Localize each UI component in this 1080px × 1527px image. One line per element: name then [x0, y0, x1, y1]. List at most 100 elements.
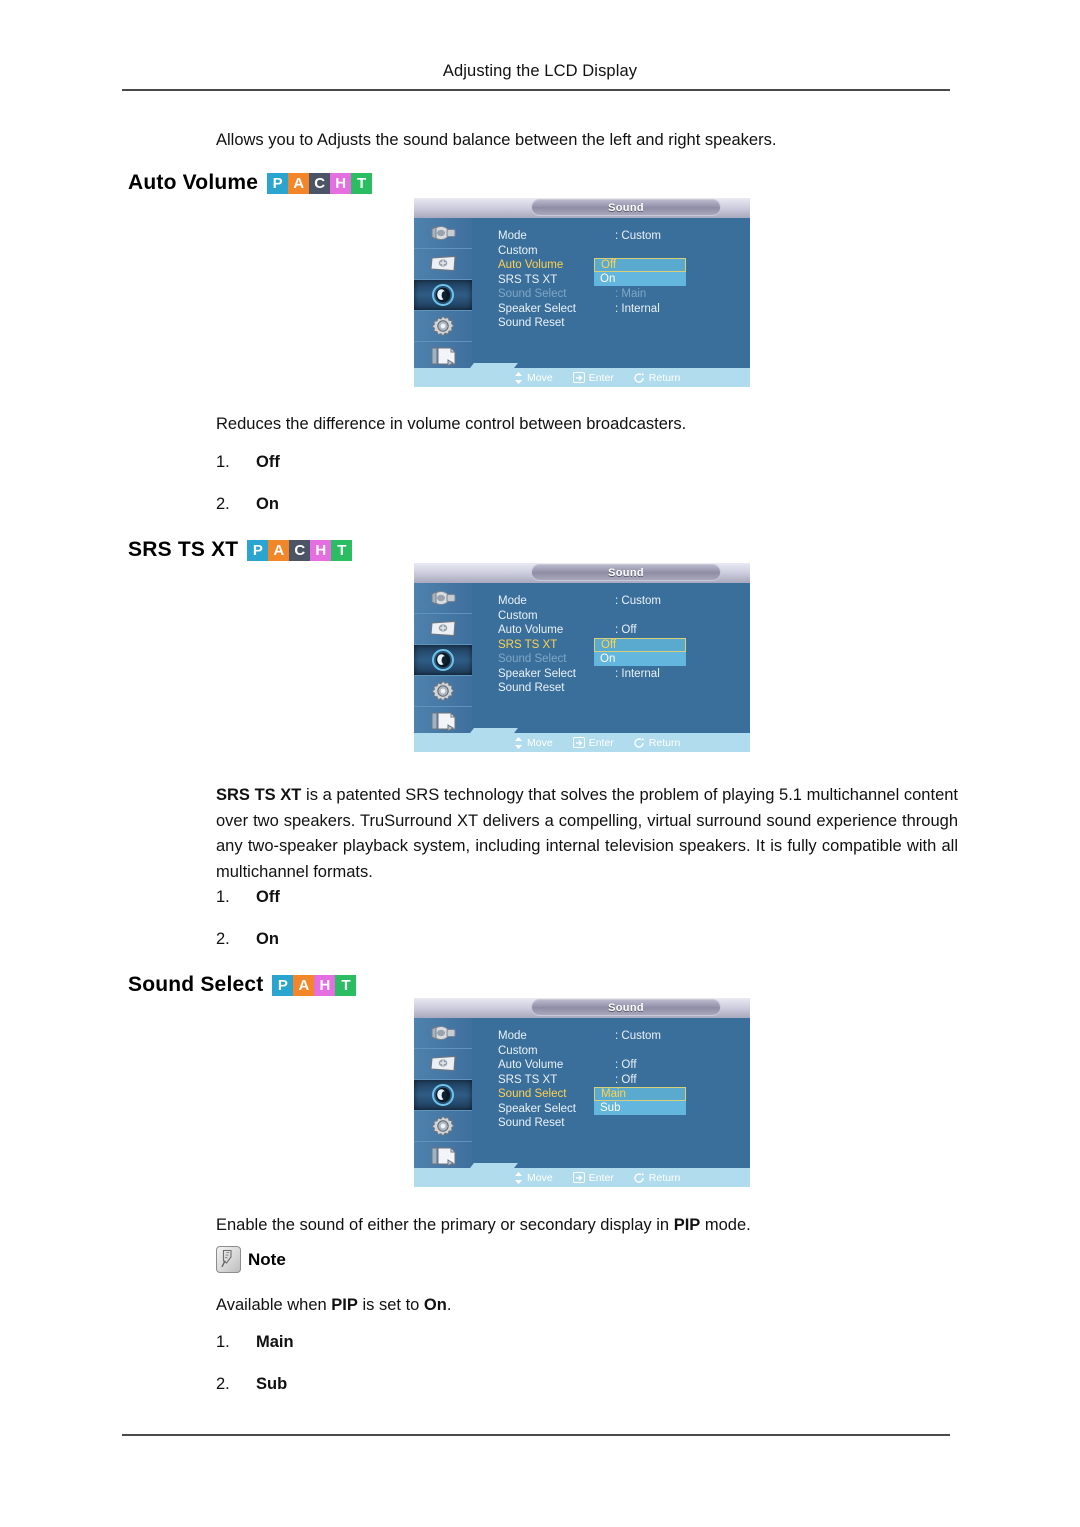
- osd-row-label: Auto Volume: [498, 259, 564, 271]
- option-row: 2. Sub: [216, 1375, 294, 1417]
- osd-title: Sound: [608, 1001, 644, 1014]
- osd-rail-setup-gear-icon[interactable]: [414, 311, 472, 342]
- osd-option-off[interactable]: Off: [594, 258, 686, 272]
- osd-icon-rail: [414, 583, 472, 738]
- osd-content: Mode: Custom Custom Auto Volume: Off SRS TS…: [472, 583, 750, 733]
- document-page: Adjusting the LCD Display Allows you to …: [0, 0, 1080, 1527]
- osd-rail-sound-icon[interactable]: [414, 1080, 472, 1111]
- osd-rail-display-picture-icon[interactable]: [414, 614, 472, 645]
- option-label: Sub: [256, 1375, 288, 1393]
- osd-rail-sound-icon[interactable]: [414, 280, 472, 311]
- sound-select-option-list: 1. Main 2. Sub: [216, 1333, 294, 1417]
- sound-select-desc-post: mode.: [700, 1216, 751, 1234]
- note-text-bold-pip: PIP: [331, 1296, 358, 1314]
- option-label: Off: [256, 453, 280, 471]
- osd-option-main[interactable]: Main: [594, 1087, 686, 1101]
- osd-menu-row[interactable]: Mode: Custom: [498, 1030, 748, 1045]
- osd-row-label: Auto Volume: [498, 1059, 564, 1071]
- heading-sound-select-text: Sound Select: [128, 973, 264, 996]
- osd-menu-row[interactable]: Speaker Select: Internal: [498, 668, 748, 683]
- osd-menu-row[interactable]: Custom: [498, 610, 748, 625]
- option-label: On: [256, 495, 279, 513]
- option-label: On: [256, 930, 279, 948]
- osd-rail-display-picture-icon[interactable]: [414, 1049, 472, 1080]
- sound-select-desc-bold: PIP: [673, 1216, 701, 1234]
- pacht-badge: PACHT: [267, 172, 373, 194]
- auto-volume-description: Reduces the difference in volume control…: [216, 415, 687, 433]
- osd-hint-move: Move: [514, 1171, 553, 1184]
- osd-rail-sound-icon[interactable]: [414, 645, 472, 676]
- osd-menu-row[interactable]: Sound Reset: [498, 317, 748, 332]
- osd-menu-row[interactable]: Custom: [498, 1045, 748, 1060]
- badge-letter-c: C: [289, 539, 311, 561]
- osd-option-on[interactable]: On: [594, 272, 686, 286]
- osd-menu-row[interactable]: Auto Volume: Off: [498, 1059, 748, 1074]
- osd-icon-rail: [414, 218, 472, 373]
- osd-menu-row[interactable]: Mode: Custom: [498, 595, 748, 610]
- srs-ts-xt-body: is a patented SRS technology that solves…: [216, 786, 959, 881]
- osd-row-value: : Main: [615, 288, 647, 300]
- osd-option-popup[interactable]: Off On: [594, 637, 686, 666]
- badge-letter-a: A: [268, 539, 290, 561]
- osd-topbar: Sound: [414, 198, 750, 218]
- osd-menu-row[interactable]: SRS TS XT : Off: [498, 1074, 748, 1089]
- osd-row-label: Custom: [498, 1044, 538, 1057]
- osd-menu-row[interactable]: Mode: Custom: [498, 230, 748, 245]
- osd-srs-ts-xt: Sound Mode: Custom Custom Auto Volume: Off…: [414, 563, 750, 752]
- heading-srs-ts-xt-text: SRS TS XT: [128, 538, 239, 561]
- osd-menu-row[interactable]: Speaker Select: Internal: [498, 303, 748, 318]
- osd-rail-setup-gear-icon[interactable]: [414, 1111, 472, 1142]
- osd-menu-row[interactable]: Sound Reset: [498, 1117, 748, 1132]
- badge-letter-t: T: [351, 172, 373, 194]
- osd-row-value: : Custom: [615, 230, 662, 242]
- osd-hint-label: Move: [527, 1171, 553, 1184]
- osd-row-label: SRS TS XT: [498, 1073, 558, 1086]
- osd-option-on[interactable]: On: [594, 651, 686, 666]
- osd-hint-label: Enter: [588, 736, 614, 749]
- osd-row-label: SRS TS XT: [498, 273, 558, 286]
- osd-menu-row[interactable]: Auto Volume: Off: [498, 624, 748, 639]
- osd-rail-picture-input-icon[interactable]: [414, 218, 472, 249]
- move-updown-icon: [514, 736, 523, 749]
- osd-option-off[interactable]: Off: [594, 637, 686, 652]
- srs-ts-xt-bold-lead: SRS TS XT: [216, 786, 302, 804]
- osd-title-pill: Sound: [531, 564, 721, 581]
- badge-letter-h: H: [330, 172, 352, 194]
- enter-icon: [572, 1172, 585, 1183]
- badge-letter-h: H: [310, 539, 332, 561]
- enter-icon: [572, 737, 585, 748]
- osd-menu-row[interactable]: Sound Reset: [498, 682, 748, 697]
- option-number: 1.: [216, 453, 230, 471]
- osd-menu-row[interactable]: Sound Select : Main: [498, 288, 748, 303]
- osd-row-label: Sound Select: [498, 288, 567, 300]
- note-label: Note: [248, 1249, 286, 1269]
- return-icon: [634, 372, 645, 383]
- osd-row-value: : Off: [615, 1073, 637, 1086]
- osd-row-value: : Custom: [615, 1030, 662, 1042]
- move-updown-icon: [514, 371, 523, 384]
- return-icon: [634, 1172, 645, 1183]
- osd-option-sub[interactable]: Sub: [594, 1101, 686, 1115]
- note-text: Available when PIP is set to On.: [216, 1293, 451, 1318]
- note-block: Note: [216, 1246, 286, 1273]
- option-number: 1.: [216, 888, 230, 906]
- move-updown-icon: [514, 1171, 523, 1184]
- osd-menu-row[interactable]: Custom: [498, 245, 748, 260]
- osd-rail-display-picture-icon[interactable]: [414, 249, 472, 280]
- osd-option-popup[interactable]: Off On: [594, 258, 686, 286]
- osd-hint-bar: Move Enter Return: [414, 368, 750, 387]
- osd-option-popup[interactable]: Main Sub: [594, 1087, 686, 1115]
- osd-row-label: Custom: [498, 609, 538, 622]
- auto-volume-option-list: 1. Off 2. On: [216, 453, 280, 537]
- osd-title-pill: Sound: [531, 999, 721, 1016]
- osd-rail-picture-input-icon[interactable]: [414, 583, 472, 614]
- intro-paragraph: Allows you to Adjusts the sound balance …: [216, 131, 777, 149]
- osd-hint-enter: Enter: [572, 1172, 614, 1184]
- badge-letter-c: C: [309, 172, 331, 194]
- osd-hint-enter: Enter: [572, 736, 614, 749]
- osd-rail-setup-gear-icon[interactable]: [414, 676, 472, 707]
- osd-hint-return: Return: [634, 372, 680, 384]
- osd-rail-picture-input-icon[interactable]: [414, 1018, 472, 1049]
- osd-icon-rail: [414, 1018, 472, 1173]
- osd-row-label: Speaker Select: [498, 1102, 576, 1115]
